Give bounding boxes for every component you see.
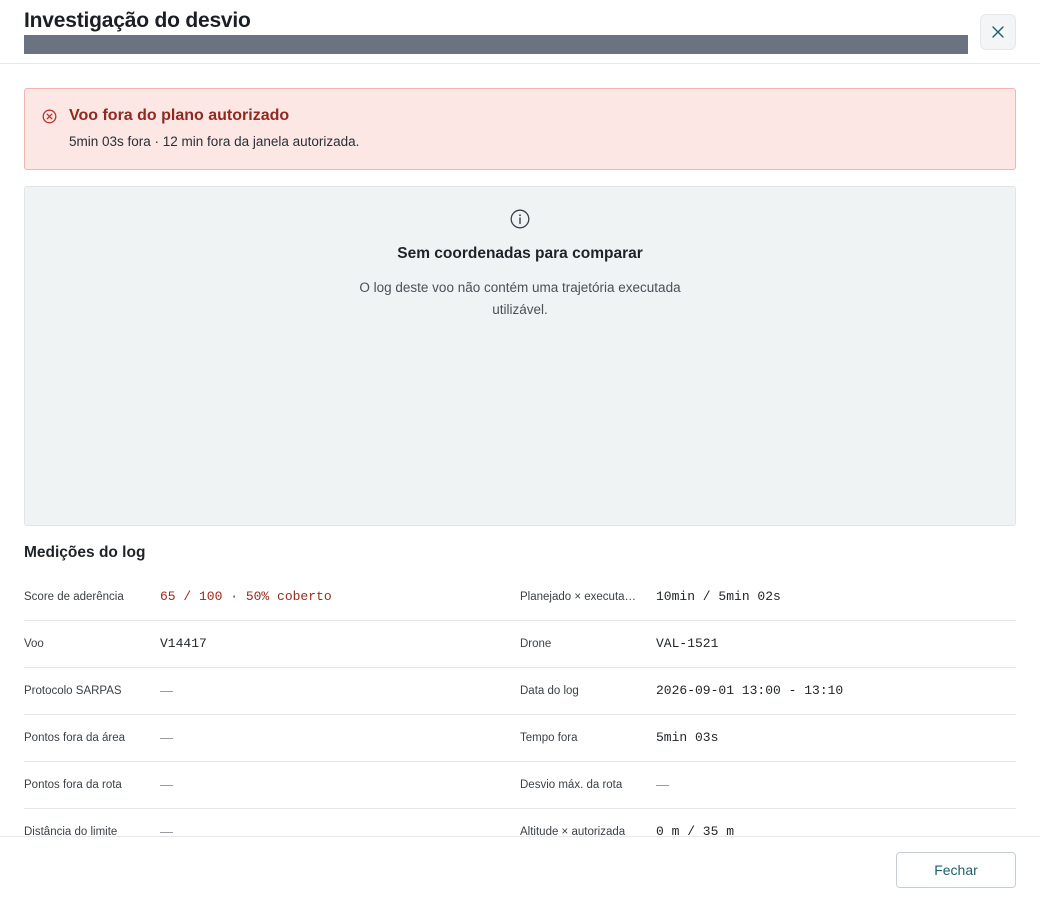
measurement-value: 0 m / 35 m (656, 824, 735, 836)
measurement-value: — (160, 730, 173, 745)
measurement-label: Pontos fora da área (24, 732, 126, 744)
alert-title: Voo fora do plano autorizado (69, 107, 290, 124)
measurement-value: — (160, 824, 173, 836)
measurement-value: 2026-09-01 13:00 - 13:10 (656, 683, 844, 698)
measurements-title: Medições do log (24, 544, 146, 561)
measurement-label: Pontos fora da rota (24, 779, 122, 791)
measurement-label: Altitude × autorizada (520, 826, 626, 836)
measurement-label: Distância do limite (24, 826, 118, 836)
measurement-row: Score de aderência 65 / 100 · 50% cobert… (24, 574, 1016, 621)
measurement-label: Drone (520, 638, 552, 650)
measurement-label: Score de aderência (24, 591, 124, 603)
measurement-value: V14417 (160, 636, 207, 651)
alert-text: 5min 03s fora · 12 min fora da janela au… (69, 134, 360, 149)
measurement-row: Voo V14417 Drone VAL-1521 (24, 621, 1016, 668)
measurement-value: — (160, 683, 173, 698)
measurements-grid: Score de aderência 65 / 100 · 50% cobert… (24, 574, 1016, 836)
close-dialog-button[interactable]: Fechar (896, 852, 1016, 888)
dialog-footer: Fechar (0, 836, 1040, 900)
subtitle-redacted-bar (24, 35, 968, 54)
measurement-value: — (160, 777, 173, 792)
dialog-title: Investigação do desvio (24, 9, 251, 32)
measurement-row: Protocolo SARPAS — Data do log 2026-09-0… (24, 668, 1016, 715)
measurement-row: Pontos fora da rota — Desvio máx. da rot… (24, 762, 1016, 809)
map-empty-state: Sem coordenadas para comparar O log dest… (24, 186, 1016, 526)
deviation-investigation-dialog: Investigação do desvio Voo fora do plano… (0, 0, 1040, 900)
measurement-label: Desvio máx. da rota (520, 779, 623, 791)
close-icon (992, 26, 1004, 38)
measurement-value: 5min 03s (656, 730, 719, 745)
measurement-label: Data do log (520, 685, 579, 697)
measurement-label: Tempo fora (520, 732, 578, 744)
measurement-row: Distância do limite — Altitude × autoriz… (24, 809, 1016, 836)
measurement-value: VAL-1521 (656, 636, 719, 651)
empty-state-title: Sem coordenadas para comparar (397, 245, 643, 262)
measurement-value: 10min / 5min 02s (656, 589, 781, 604)
measurement-row: Pontos fora da área — Tempo fora 5min 03… (24, 715, 1016, 762)
measurement-label: Protocolo SARPAS (24, 685, 122, 697)
error-circle-icon (42, 109, 57, 129)
empty-state-text: O log deste voo não contém uma trajetóri… (359, 280, 681, 317)
adherence-score-value: 65 / 100 · 50% coberto (160, 589, 332, 604)
close-button[interactable] (980, 14, 1016, 50)
measurement-label: Planejado × executa… (520, 591, 637, 603)
info-icon (510, 209, 530, 234)
dialog-header: Investigação do desvio (0, 0, 1040, 64)
dialog-body[interactable]: Voo fora do plano autorizado 5min 03s fo… (0, 64, 1040, 836)
measurement-label: Voo (24, 638, 44, 650)
deviation-alert: Voo fora do plano autorizado 5min 03s fo… (24, 88, 1016, 170)
measurement-value: — (656, 777, 669, 792)
